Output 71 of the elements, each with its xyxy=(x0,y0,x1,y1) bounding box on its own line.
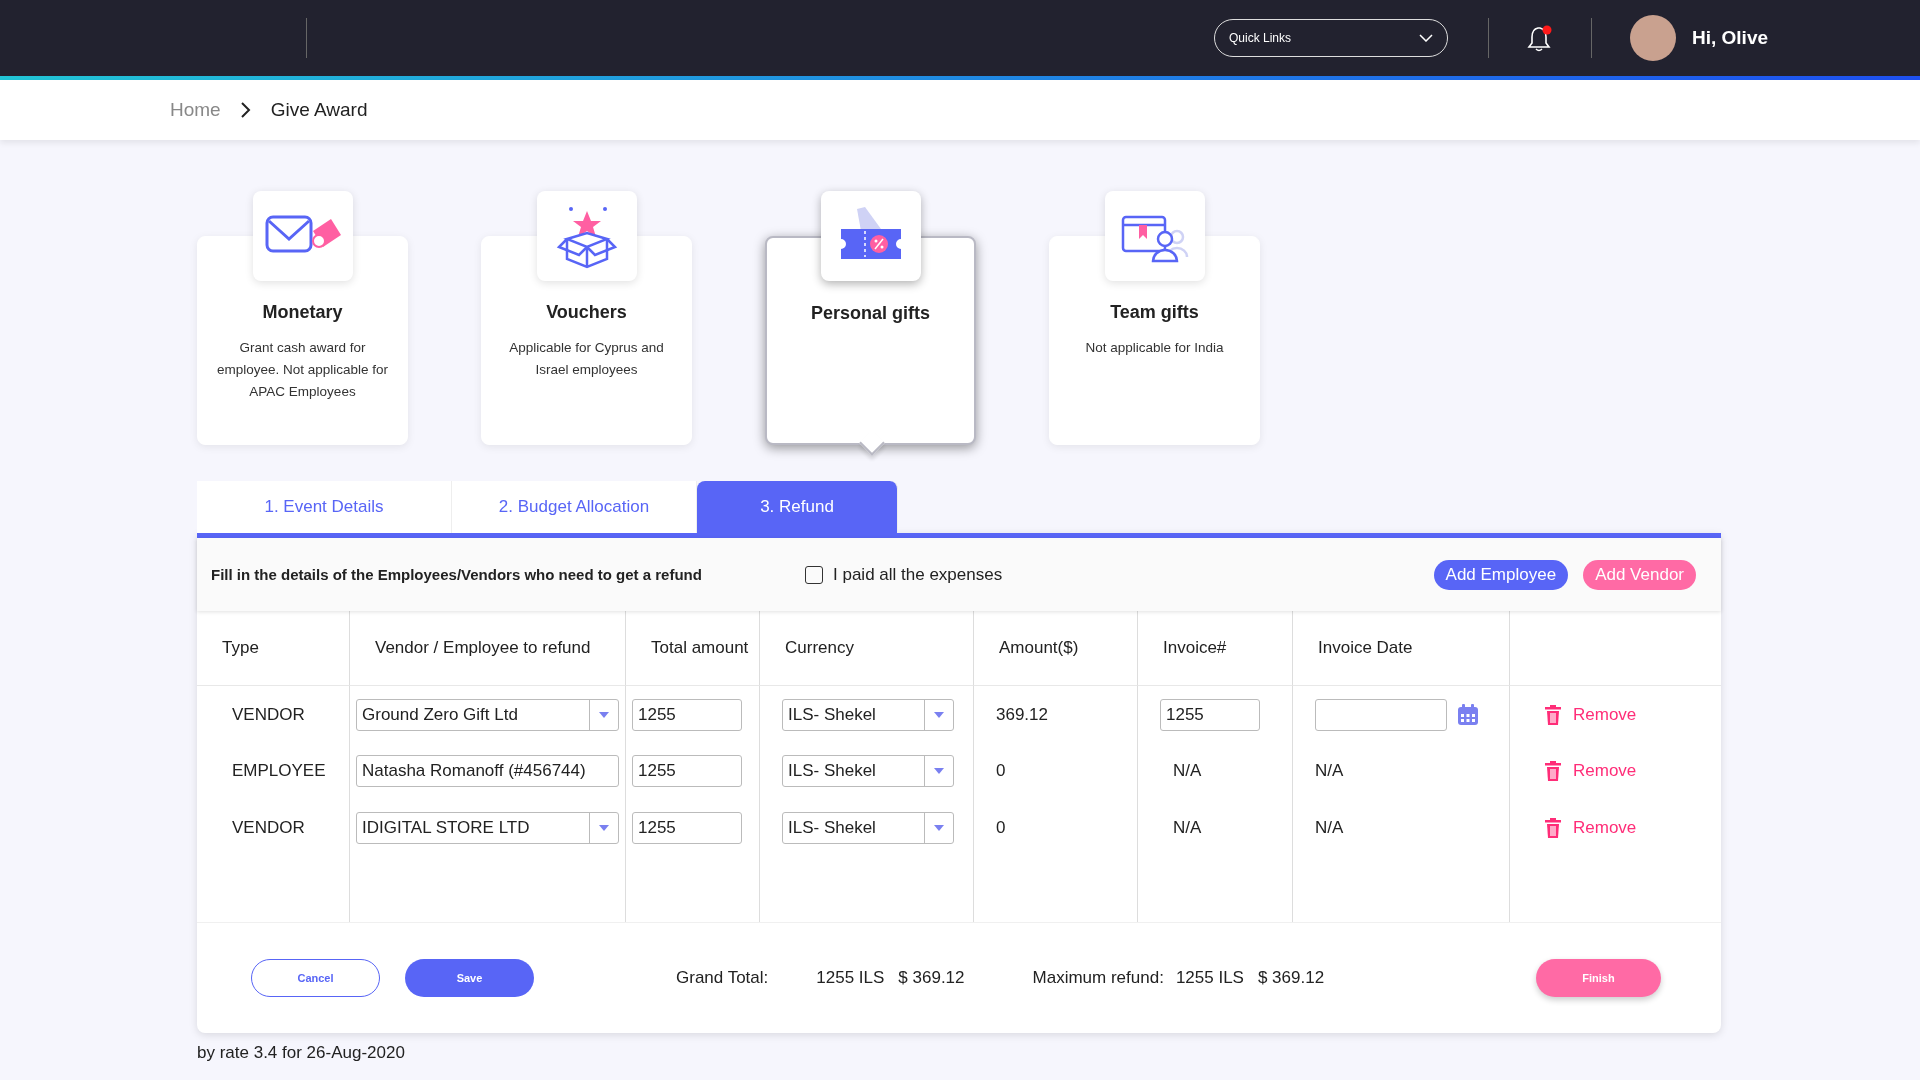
table-cell: N/A xyxy=(1173,760,1202,781)
column-header: Currency xyxy=(760,611,974,686)
chevron-right-icon xyxy=(240,102,251,118)
add-employee-button[interactable]: Add Employee xyxy=(1433,559,1569,590)
table-cell: N/A xyxy=(1315,760,1344,781)
total-amount-field[interactable]: 1255 xyxy=(632,811,742,844)
trash-icon xyxy=(1545,760,1561,781)
notification-bell-icon[interactable] xyxy=(1527,24,1553,52)
total-amount-field[interactable]: 1255 xyxy=(632,699,742,731)
currency-dropdown[interactable]: ILS- Shekel xyxy=(782,811,954,844)
card-title: Personal gifts xyxy=(810,303,931,324)
card-description: Grant cash award for employee. Not applicable for APAC Employees xyxy=(215,339,390,401)
step-tab[interactable]: 3. Refund xyxy=(697,481,898,533)
table-cell: VENDOR xyxy=(232,705,305,725)
remove-button[interactable]: Remove xyxy=(1545,705,1637,725)
trash-icon xyxy=(1545,705,1561,725)
card-description: Not applicable for India xyxy=(1084,339,1225,357)
user-greeting: Hi, Olive xyxy=(1692,27,1769,49)
table-cell: 0 xyxy=(996,817,1006,838)
column-header: Total amount xyxy=(626,611,760,686)
column-header: Invoice Date xyxy=(1293,611,1510,686)
maximum-refund-ils: 1255 ILS xyxy=(1175,968,1244,988)
dropdown-caret-icon xyxy=(934,712,944,718)
save-button[interactable]: Save xyxy=(405,959,534,997)
currency-dropdown[interactable]: ILS- Shekel xyxy=(782,754,954,787)
table-cell: 0 xyxy=(996,760,1006,781)
table-cell: EMPLOYEE xyxy=(232,760,326,781)
grand-total-label: Grand Total: xyxy=(676,968,769,988)
payee-dropdown[interactable]: IDIGITAL STORE LTD xyxy=(356,811,619,844)
total-amount-field[interactable]: 1255 xyxy=(632,754,742,787)
step-tab[interactable]: 1. Event Details xyxy=(197,481,452,533)
dropdown-caret-icon xyxy=(934,767,944,774)
table-cell: N/A xyxy=(1315,817,1344,838)
grand-total-usd: $ 369.12 xyxy=(898,968,965,988)
card-title: Monetary xyxy=(261,302,344,323)
card-title: Team gifts xyxy=(1109,302,1200,323)
table-cell: 369.12 xyxy=(996,705,1048,725)
breadcrumb-link[interactable]: Give Award xyxy=(270,99,368,121)
invoice-date-field[interactable] xyxy=(1315,699,1447,731)
column-header: Invoice# xyxy=(1138,611,1293,686)
card-title: Vouchers xyxy=(545,302,628,323)
dropdown-caret-icon xyxy=(599,824,609,831)
cancel-button[interactable]: Cancel xyxy=(251,959,380,997)
table-cell: VENDOR xyxy=(232,817,305,838)
calendar-icon[interactable] xyxy=(1457,704,1479,726)
breadcrumb-link[interactable]: Home xyxy=(170,99,221,121)
paid-all-checkbox[interactable]: I paid all the expenses xyxy=(805,564,1003,585)
remove-button[interactable]: Remove xyxy=(1545,760,1637,781)
checkbox-icon[interactable] xyxy=(805,565,823,584)
column-header: Amount($) xyxy=(974,611,1138,686)
maximum-refund-label: Maximum refund: xyxy=(1032,968,1164,988)
currency-dropdown[interactable]: ILS- Shekel xyxy=(782,699,954,731)
remove-button[interactable]: Remove xyxy=(1545,817,1637,838)
grand-total-ils: 1255 ILS xyxy=(816,968,885,988)
dropdown-caret-icon xyxy=(934,824,944,831)
payee-dropdown[interactable]: Ground Zero Gift Ltd xyxy=(356,699,619,731)
column-header: Type xyxy=(197,611,350,686)
selection-pointer xyxy=(859,430,885,456)
step-tab[interactable]: 2. Budget Allocation xyxy=(452,481,697,533)
table-cell: N/A xyxy=(1173,817,1202,838)
dropdown-caret-icon xyxy=(599,712,609,718)
trash-icon xyxy=(1545,817,1561,838)
card-description: Applicable for Cyprus and Israel employees xyxy=(508,339,665,379)
column-header: Vendor / Employee to refund xyxy=(350,611,626,686)
chevron-down-icon xyxy=(1419,34,1433,42)
maximum-refund-usd: $ 369.12 xyxy=(1257,968,1325,988)
refund-instruction: Fill in the details of the Employees/Vendors who need to get a refund xyxy=(211,566,703,583)
user-avatar[interactable] xyxy=(1630,15,1676,61)
payee-field[interactable]: Natasha Romanoff (#456744) xyxy=(356,754,619,787)
invoice-number-field[interactable]: 1255 xyxy=(1160,699,1260,731)
exchange-rate-note: by rate 3.4 for 26-Aug-2020 xyxy=(197,1043,405,1062)
